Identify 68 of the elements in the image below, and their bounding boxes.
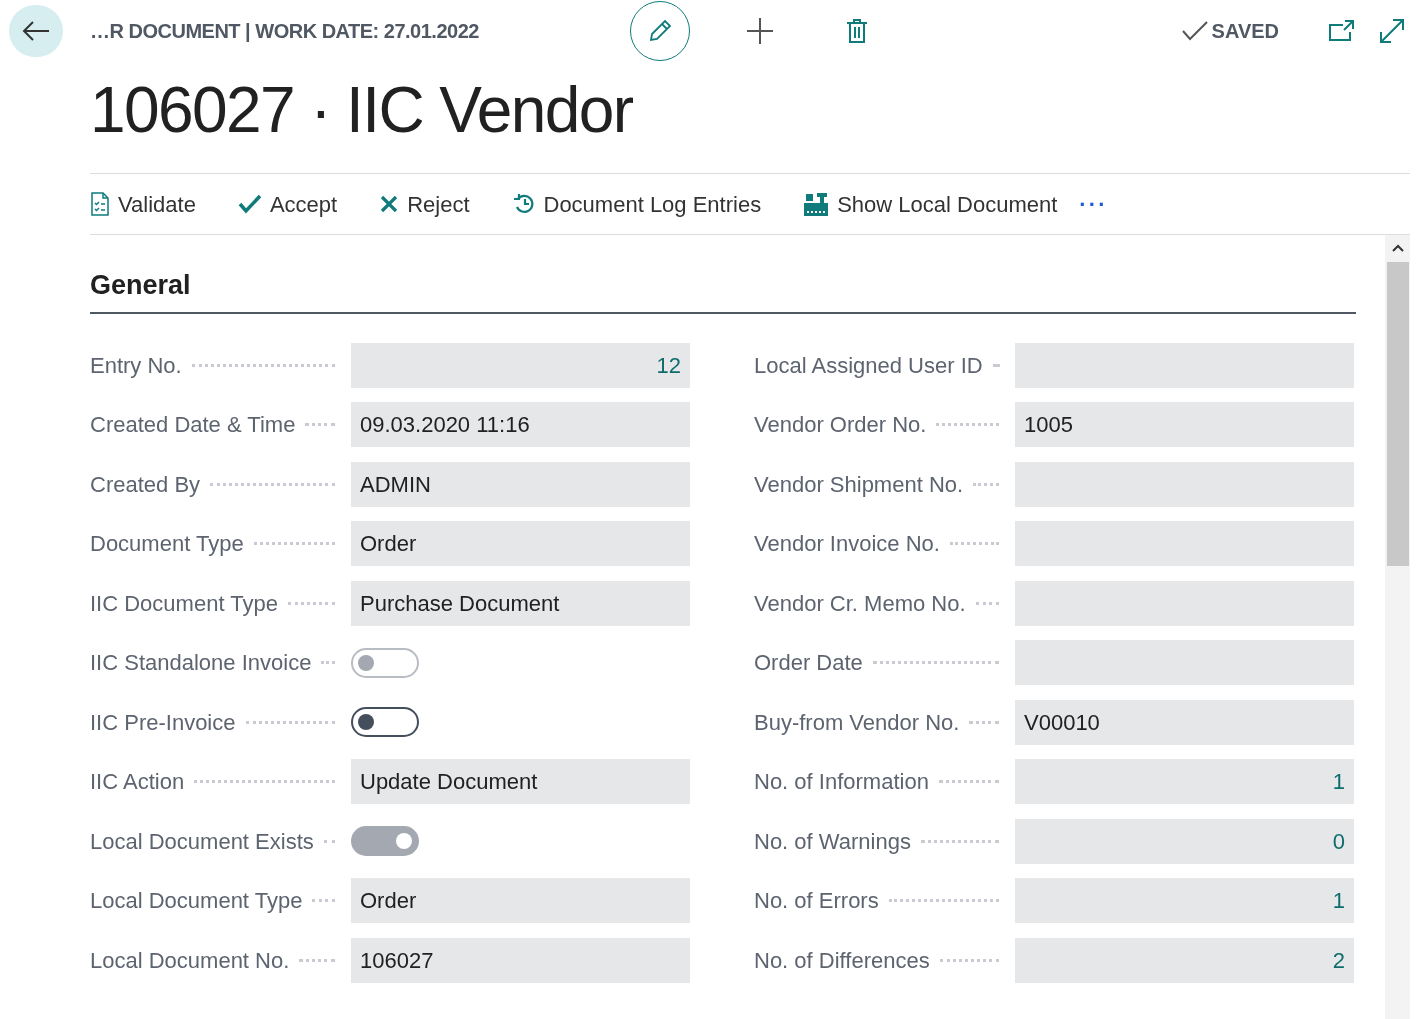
field-label: IIC Pre-Invoice bbox=[90, 708, 236, 737]
field-label: Local Document Type bbox=[90, 887, 303, 915]
pencil-icon bbox=[647, 18, 673, 44]
field-label: Vendor Cr. Memo No. bbox=[754, 589, 966, 618]
trash-icon bbox=[846, 18, 868, 44]
breadcrumb: …R DOCUMENT | WORK DATE: 27.01.2022 bbox=[90, 19, 480, 44]
field-label: Order Date bbox=[754, 649, 863, 677]
field-label: Created By bbox=[90, 470, 201, 499]
toggle-switch[interactable] bbox=[351, 707, 419, 737]
history-icon bbox=[511, 193, 536, 215]
field-label: No. of Warnings bbox=[754, 827, 911, 856]
document-check-icon bbox=[90, 192, 110, 216]
check-icon bbox=[237, 193, 262, 215]
input-field[interactable]: Purchase Document bbox=[351, 580, 690, 626]
field-label: Created Date & Time bbox=[90, 411, 296, 439]
action-button[interactable]: Validate bbox=[90, 187, 196, 221]
factory-icon bbox=[803, 191, 830, 217]
input-field[interactable] bbox=[1015, 640, 1354, 685]
field-label: Vendor Invoice No. bbox=[754, 530, 940, 558]
expand-button[interactable] bbox=[1377, 16, 1407, 46]
section-title: General bbox=[90, 265, 1356, 314]
scrollbar[interactable] bbox=[1385, 235, 1410, 1019]
action-button[interactable]: Document Log Entries bbox=[511, 187, 762, 221]
field-label: Buy-from Vendor No. bbox=[754, 708, 960, 737]
plus-icon bbox=[746, 17, 774, 45]
input-field[interactable]: 09.03.2020 11:16 bbox=[351, 402, 690, 447]
input-field[interactable]: 1 bbox=[1015, 759, 1354, 804]
field-label: Vendor Shipment No. bbox=[754, 470, 964, 499]
input-field[interactable]: V00010 bbox=[1015, 699, 1354, 745]
open-in-new-window-icon bbox=[1329, 20, 1355, 42]
input-field[interactable]: 0 bbox=[1015, 818, 1354, 864]
input-field[interactable]: Order bbox=[351, 521, 690, 566]
input-field[interactable]: 1005 bbox=[1015, 402, 1354, 447]
input-field[interactable] bbox=[1015, 521, 1354, 566]
field-label: Local Document No. bbox=[90, 946, 290, 975]
input-field[interactable]: 106027 bbox=[351, 937, 690, 983]
field-label: No. of Errors bbox=[754, 887, 879, 915]
field-label: Document Type bbox=[90, 530, 244, 558]
field-label: Entry No. bbox=[90, 351, 182, 380]
input-field[interactable]: Update Document bbox=[351, 759, 690, 804]
input-field[interactable]: Order bbox=[351, 878, 690, 923]
input-field[interactable]: 2 bbox=[1015, 937, 1354, 983]
action-button[interactable]: Accept bbox=[237, 187, 338, 221]
field-label: IIC Document Type bbox=[90, 589, 278, 618]
check-icon bbox=[1181, 21, 1208, 41]
page-title: 106027 · IIC Vendor bbox=[90, 78, 634, 142]
action-button[interactable]: Show Local Document bbox=[803, 187, 1058, 221]
expand-icon bbox=[1379, 18, 1405, 44]
input-field[interactable]: ADMIN bbox=[351, 461, 690, 507]
input-field[interactable] bbox=[1015, 342, 1354, 388]
save-status: SAVED bbox=[1211, 19, 1279, 44]
input-field[interactable] bbox=[1015, 580, 1354, 626]
back-arrow-icon bbox=[22, 20, 50, 42]
field-label: Local Document Exists bbox=[90, 827, 314, 856]
more-button[interactable]: ··· bbox=[1079, 187, 1108, 221]
field-label: No. of Information bbox=[754, 768, 929, 796]
field-label: Vendor Order No. bbox=[754, 411, 927, 439]
field-label: No. of Differences bbox=[754, 946, 930, 975]
back-button[interactable] bbox=[9, 5, 63, 57]
input-field[interactable] bbox=[1015, 461, 1354, 507]
field-label: IIC Action bbox=[90, 768, 185, 796]
field-label: IIC Standalone Invoice bbox=[90, 649, 312, 677]
action-button[interactable]: Reject bbox=[379, 187, 470, 221]
field-label: Local Assigned User ID bbox=[754, 351, 983, 380]
input-field[interactable]: 12 bbox=[351, 342, 690, 388]
caret-up-icon bbox=[1391, 244, 1404, 252]
input-field[interactable]: 1 bbox=[1015, 878, 1354, 923]
close-icon bbox=[379, 194, 400, 214]
